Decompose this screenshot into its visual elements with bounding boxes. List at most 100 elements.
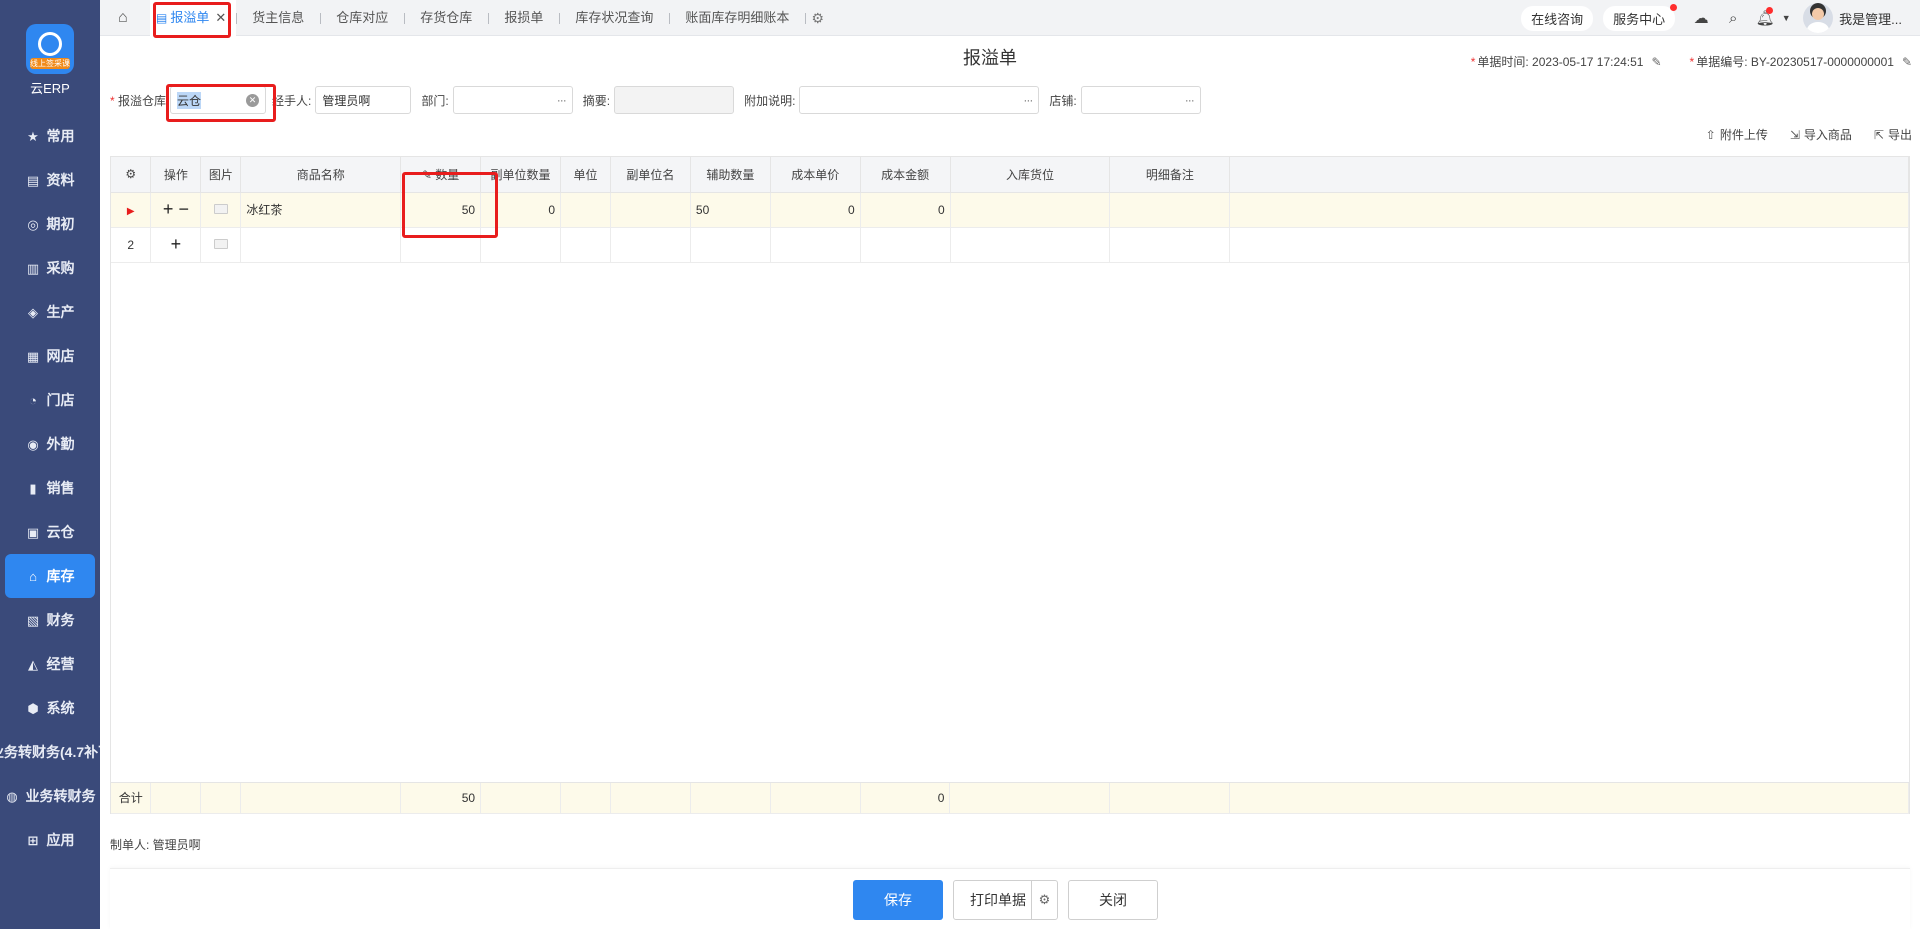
cell-aux-qty[interactable] (690, 227, 771, 263)
row-image[interactable] (200, 227, 242, 263)
add-row-icon[interactable]: + (163, 199, 174, 219)
print-button[interactable]: 打印单据 ⚙ (953, 880, 1058, 920)
sidebar-item-production[interactable]: ◈ 生产 (0, 290, 100, 334)
tab-stock-status[interactable]: 库存状况查询 (559, 0, 669, 36)
cloud-download-icon[interactable]: ☁ (1685, 9, 1717, 27)
cell-unit-cost[interactable]: 0 (770, 192, 861, 228)
cell-location[interactable] (950, 192, 1111, 228)
dept-input[interactable]: ··· (452, 86, 573, 114)
cell-unit[interactable] (560, 192, 611, 228)
summary-input[interactable] (614, 86, 735, 114)
sidebar-item-cloud-warehouse[interactable]: ▣ 云仓 (0, 510, 100, 554)
sidebar-item-label: 期初 (46, 216, 75, 232)
total-amount: 0 (860, 783, 951, 814)
tab-loss-report[interactable]: 报损单 (488, 0, 559, 36)
tab-warehouse-mapping[interactable]: 仓库对应 (320, 0, 404, 36)
cell-qty[interactable]: 50 (400, 192, 482, 228)
shop-input[interactable]: ··· (1080, 86, 1201, 114)
tab-overflow-report[interactable]: ▤ 报溢单 ✕ (150, 0, 237, 36)
sidebar-item-operation[interactable]: ◭ 经营 (0, 642, 100, 686)
logo-ribbon: 线上签采课 (30, 58, 70, 69)
header-form: * 报溢仓库 云仓 ✕ 经手人: 管理员啊 部门: ··· 摘要: 附加说明: ·… (110, 86, 1201, 114)
save-button[interactable]: 保存 (853, 880, 943, 920)
cell-sub-unit[interactable] (610, 192, 691, 228)
star-icon: ★ (27, 128, 39, 144)
service-center-button[interactable]: 服务中心 (1603, 3, 1678, 31)
online-consult-button[interactable]: 在线咨询 (1521, 5, 1594, 31)
sidebar-item-opening[interactable]: ◎ 期初 (0, 202, 100, 246)
close-button[interactable]: 关闭 (1068, 880, 1158, 920)
cell-remark[interactable] (1109, 192, 1231, 228)
row-image[interactable] (200, 192, 242, 228)
clear-icon[interactable]: ✕ (246, 94, 260, 107)
cell-sub-qty[interactable] (480, 227, 562, 263)
sidebar-item-purchase[interactable]: ▥ 采购 (0, 246, 100, 290)
search-icon[interactable]: ⌕ (1717, 10, 1749, 27)
sidebar-item-store[interactable]: ◔ 门店 (0, 378, 100, 422)
upload-attachment-button[interactable]: ⇧ 附件上传 (1706, 126, 1768, 143)
caret-down-icon[interactable]: ▼ (1781, 13, 1791, 23)
upload-icon: ⇧ (1705, 128, 1716, 142)
cell-sub-qty[interactable]: 0 (480, 192, 562, 228)
remove-row-icon[interactable]: − (178, 199, 189, 219)
gear-icon[interactable]: ⚙ (805, 0, 830, 36)
row-ops: + (150, 227, 202, 263)
cell-name[interactable]: 冰红茶 (240, 192, 402, 228)
table-row[interactable]: ▶ + − 冰红茶 50 0 50 0 0 (111, 192, 1909, 228)
cell-sub-unit[interactable] (610, 227, 691, 263)
gear-icon[interactable]: ⚙ (125, 167, 136, 181)
tab-book-ledger[interactable]: 账面库存明细账本 (669, 0, 805, 36)
tab-stock-warehouse[interactable]: 存货仓库 (404, 0, 488, 36)
cell-name[interactable] (240, 227, 402, 263)
close-icon[interactable]: ✕ (215, 10, 226, 25)
warehouse-icon: ▣ (26, 524, 40, 540)
main-content: 报溢单 * 单据时间: 2023-05-17 17:24:51 ✎ * 单据编号: B… (100, 36, 1920, 929)
table-row[interactable]: 2 + (111, 227, 1909, 263)
edit-icon[interactable]: ✎ (1902, 55, 1912, 69)
more-icon[interactable]: ··· (557, 93, 567, 107)
sidebar-item-apps[interactable]: ⊞ 应用 (0, 818, 100, 862)
edit-icon[interactable]: ✎ (1651, 55, 1661, 69)
cell-location[interactable] (950, 227, 1111, 263)
target-icon: ◎ (27, 216, 39, 232)
export-button[interactable]: ⇱ 导出 (1874, 126, 1912, 143)
sidebar-item-sales[interactable]: ▮ 销售 (0, 466, 100, 510)
bell-icon[interactable]: 🔔︎ (1749, 7, 1781, 27)
more-icon[interactable]: ··· (1023, 93, 1033, 107)
top-right-tools: 在线咨询 服务中心 ☁ ⌕ 🔔︎ ▼ 我是管理... (1521, 0, 1920, 36)
import-goods-button[interactable]: ⇲ 导入商品 (1790, 126, 1852, 143)
doc-date: * 单据时间: 2023-05-17 17:24:51 ✎ (1470, 55, 1662, 69)
sidebar-item-finance[interactable]: ▧ 财务 (0, 598, 100, 642)
cell-unit-cost[interactable] (770, 227, 861, 263)
cell-qty[interactable] (400, 227, 482, 263)
table-footer: 合计 50 0 (111, 782, 1909, 814)
column-settings[interactable]: ⚙ (111, 157, 152, 193)
sidebar-item-common[interactable]: ★ 常用 (0, 114, 100, 158)
cell-filler (1229, 227, 1909, 263)
detail-table: ⚙ 操作 图片 商品名称 ✎ 数量 副单位数量 单位 副单位名 辅助数量 成本单… (111, 157, 1909, 263)
add-row-icon[interactable]: + (171, 234, 182, 254)
tab-owner-info[interactable]: 货主信息 (236, 0, 320, 36)
home-icon[interactable]: ⌂ (118, 9, 136, 27)
col-header-remark: 明细备注 (1109, 157, 1231, 193)
cell-aux-qty[interactable]: 50 (690, 192, 771, 228)
erp-logo[interactable]: 线上签采课 (26, 24, 74, 74)
sidebar-item-online-shop[interactable]: ▦ 网店 (0, 334, 100, 378)
gear-icon[interactable]: ⚙ (1031, 881, 1057, 919)
handler-input[interactable]: 管理员啊 (315, 86, 412, 114)
cell-amount[interactable] (860, 227, 951, 263)
home-icon: ⌂ (29, 568, 37, 584)
cell-remark[interactable] (1109, 227, 1231, 263)
cell-amount[interactable]: 0 (860, 192, 951, 228)
extra-input[interactable]: ··· (799, 86, 1040, 114)
sidebar-item-data[interactable]: ▤ 资料 (0, 158, 100, 202)
sidebar-item-biz-to-finance[interactable]: ◍ 业务转财务 (0, 774, 100, 818)
user-menu[interactable]: 我是管理... (1803, 3, 1902, 33)
sidebar-item-biz-to-finance-patch[interactable]: 业务转财务(4.7补丁) (0, 730, 100, 774)
sidebar-item-field[interactable]: ◉ 外勤 (0, 422, 100, 466)
warehouse-select[interactable]: 云仓 ✕ (170, 86, 267, 114)
sidebar-item-inventory[interactable]: ⌂ 库存 (5, 554, 95, 598)
cell-unit[interactable] (560, 227, 611, 263)
more-icon[interactable]: ··· (1185, 93, 1195, 107)
sidebar-item-system[interactable]: ⬢ 系统 (0, 686, 100, 730)
